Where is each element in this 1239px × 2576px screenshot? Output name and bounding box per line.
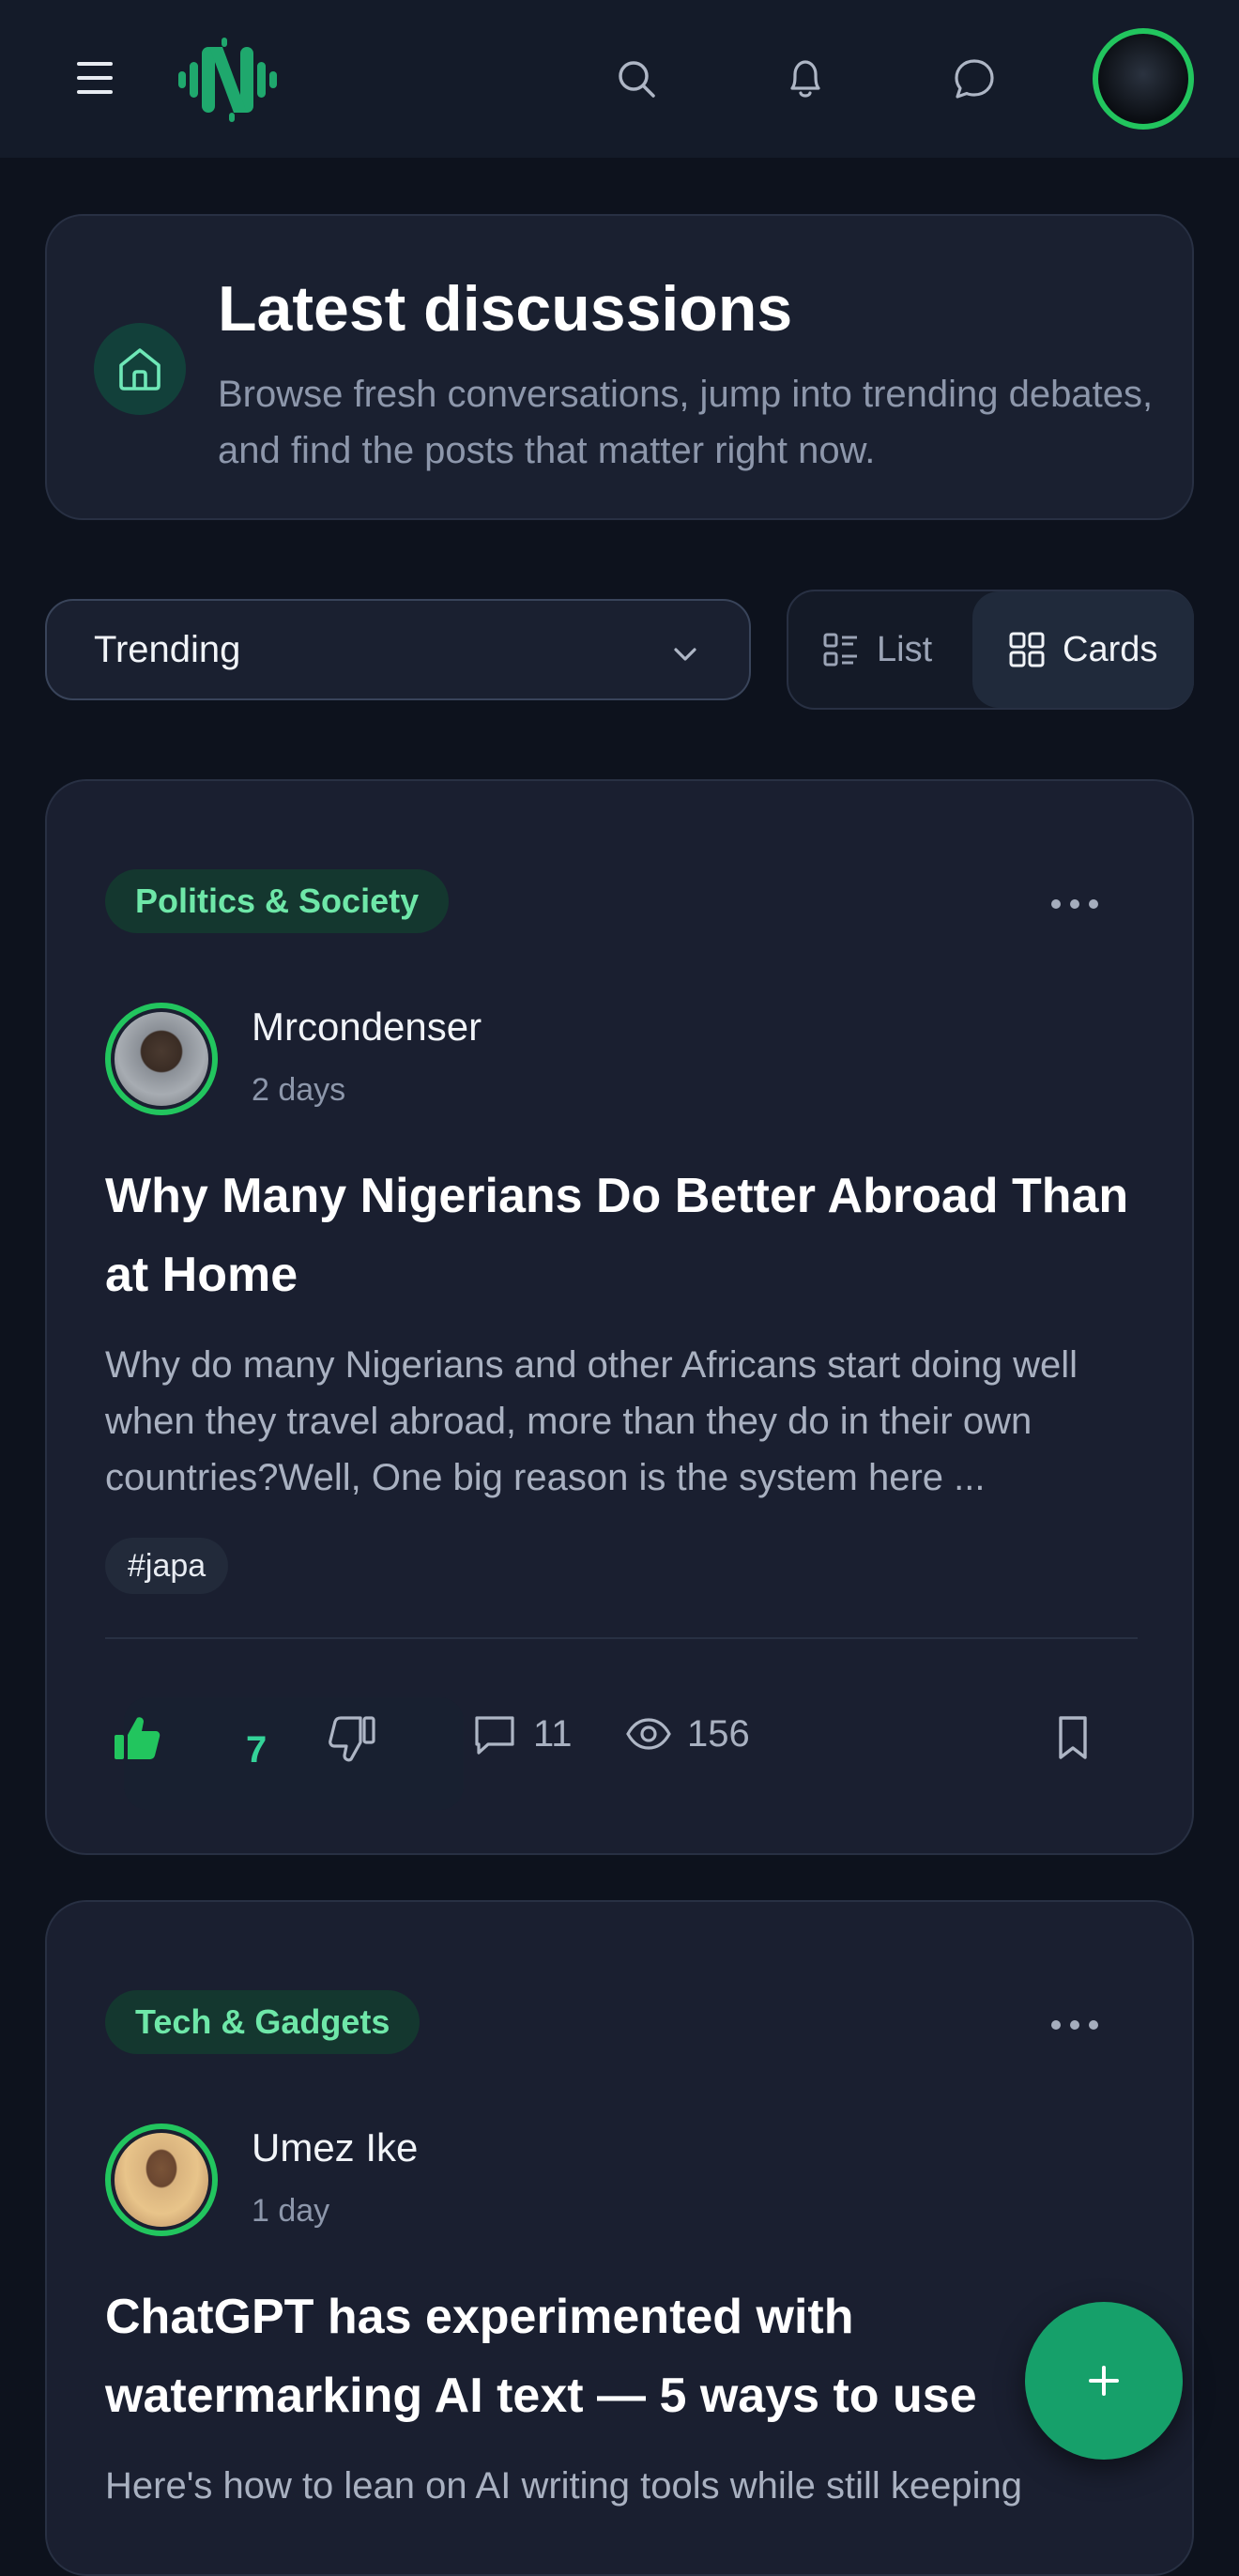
grid-view-icon — [1009, 632, 1045, 667]
upvote-count: 7 — [246, 1729, 268, 1771]
post-time: 1 day — [252, 2193, 330, 2229]
more-options-icon[interactable] — [1051, 899, 1098, 911]
view-cards-button[interactable]: Cards — [972, 591, 1194, 708]
post-tag[interactable]: #japa — [105, 1538, 229, 1594]
hamburger-icon[interactable] — [77, 62, 113, 94]
view-cards-label: Cards — [1063, 629, 1158, 669]
view-list-button[interactable]: List — [822, 591, 932, 708]
post-title[interactable]: ChatGPT has experimented with watermarki… — [105, 2277, 1138, 2435]
hero-panel: Latest discussions Browse fresh conversa… — [45, 214, 1194, 520]
divider — [105, 1637, 1138, 1639]
thumbs-up-icon[interactable] — [111, 1712, 163, 1770]
author-name[interactable]: Mrcondenser — [252, 1004, 482, 1050]
chevron-down-icon — [670, 636, 700, 679]
category-badge[interactable]: Politics & Society — [105, 869, 450, 933]
vote-group — [124, 1697, 464, 1810]
author-avatar[interactable] — [105, 1003, 218, 1115]
list-view-icon — [823, 633, 857, 667]
plus-icon — [1089, 2366, 1119, 2396]
views-stat: 156 — [625, 1710, 750, 1757]
sort-select[interactable]: Trending — [45, 599, 751, 700]
comments-stat[interactable]: 11 — [471, 1710, 573, 1757]
brand-logo-icon[interactable] — [178, 36, 278, 122]
bell-icon[interactable] — [768, 41, 843, 116]
post-card[interactable]: Tech & Gadgets Umez Ike 1 day ChatGPT ha… — [45, 1900, 1194, 2576]
eye-icon — [626, 1718, 671, 1750]
sort-select-value: Trending — [94, 628, 241, 670]
page-description: Browse fresh conversations, jump into tr… — [218, 374, 1154, 471]
create-post-button[interactable] — [1025, 2302, 1183, 2460]
post-title[interactable]: Why Many Nigerians Do Better Abroad Than… — [105, 1157, 1138, 1314]
post-excerpt: Here's how to lean on AI writing tools w… — [105, 2465, 1023, 2507]
bookmark-icon[interactable] — [1053, 1714, 1093, 1766]
category-badge[interactable]: Tech & Gadgets — [105, 1990, 421, 2054]
thumbs-down-icon[interactable] — [329, 1712, 377, 1770]
view-list-label: List — [877, 629, 933, 669]
more-options-icon[interactable] — [1051, 2020, 1098, 2032]
post-card[interactable]: Politics & Society Mrcondenser 2 days Wh… — [45, 779, 1194, 1855]
chat-bubble-icon[interactable] — [937, 41, 1012, 116]
post-excerpt: Why do many Nigerians and other Africans… — [105, 1344, 1078, 1498]
comment-icon — [475, 1716, 514, 1755]
top-app-bar — [0, 0, 1239, 158]
post-time: 2 days — [252, 1072, 346, 1108]
home-icon — [94, 323, 186, 415]
author-name[interactable]: Umez Ike — [252, 2125, 418, 2170]
search-icon[interactable] — [599, 41, 674, 116]
user-avatar[interactable] — [1093, 28, 1194, 130]
comment-count: 11 — [533, 1712, 573, 1755]
page-title: Latest discussions — [218, 273, 793, 345]
view-count: 156 — [687, 1712, 750, 1755]
author-avatar[interactable] — [105, 2124, 218, 2236]
view-toggle: List Cards — [787, 590, 1194, 710]
